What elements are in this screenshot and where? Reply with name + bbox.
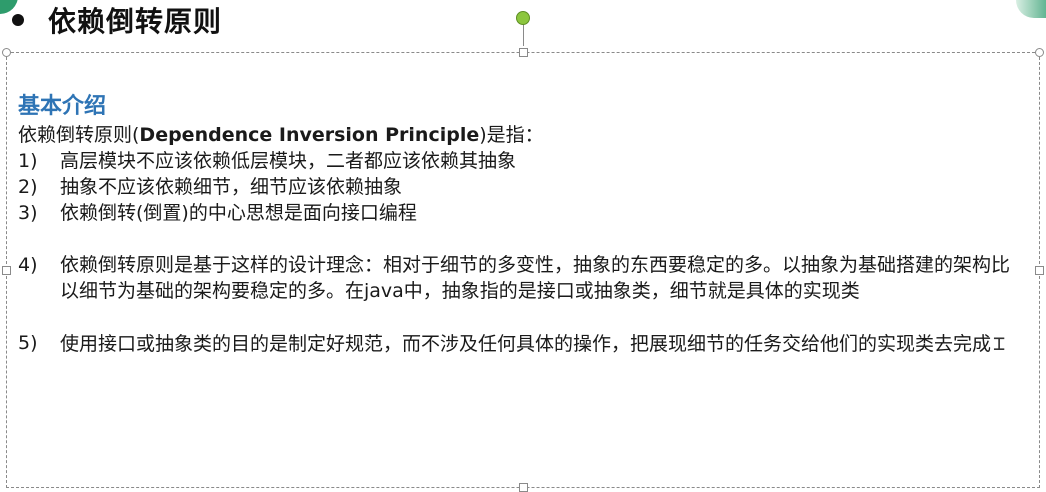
intro-suffix: )是指： bbox=[479, 124, 544, 146]
intro-line: 依赖倒转原则(Dependence Inversion Principle)是指… bbox=[18, 122, 1028, 148]
resize-handle-top-right[interactable] bbox=[1035, 48, 1044, 57]
list-item: 3) 依赖倒转(倒置)的中心思想是面向接口编程 bbox=[18, 200, 1028, 226]
list-item-number: 2) bbox=[18, 176, 38, 198]
slide-body: 基本介绍 依赖倒转原则(Dependence Inversion Princip… bbox=[18, 92, 1028, 357]
list-item: 1) 高层模块不应该依赖低层模块，二者都应该依赖其抽象 bbox=[18, 148, 1028, 174]
resize-handle-top[interactable] bbox=[519, 48, 528, 57]
resize-handle-left[interactable] bbox=[2, 266, 11, 275]
corner-decoration-right bbox=[1016, 0, 1046, 18]
list-item-text: 依赖倒转(倒置)的中心思想是面向接口编程 bbox=[60, 202, 417, 224]
intro-term: Dependence Inversion Principle bbox=[139, 124, 480, 146]
rotate-handle-stem bbox=[523, 22, 524, 46]
list-item-number: 4) bbox=[18, 254, 38, 276]
list-item-text: 使用接口或抽象类的目的是制定好规范，而不涉及任何具体的操作，把展现细节的任务交给… bbox=[60, 330, 1028, 357]
resize-handle-top-left[interactable] bbox=[2, 48, 11, 57]
slide-heading: 依赖倒转原则 bbox=[4, 0, 222, 40]
section-title: 基本介绍 bbox=[18, 94, 107, 119]
list-item-text: 依赖倒转原则是基于这样的设计理念：相对于细节的多变性，抽象的东西要稳定的多。以抽… bbox=[60, 254, 1011, 302]
list-item-number: 3) bbox=[18, 202, 38, 224]
list-item: 2) 抽象不应该依赖细节，细节应该依赖抽象 bbox=[18, 174, 1028, 200]
list-item: 4) 依赖倒转原则是基于这样的设计理念：相对于细节的多变性，抽象的东西要稳定的多… bbox=[18, 252, 1028, 304]
rotate-handle-icon[interactable] bbox=[516, 11, 530, 25]
list-item-text: 高层模块不应该依赖低层模块，二者都应该依赖其抽象 bbox=[60, 150, 517, 172]
resize-handle-bottom[interactable] bbox=[519, 483, 528, 492]
list-item-number: 5) bbox=[18, 332, 38, 354]
bullet-dot-icon bbox=[12, 14, 24, 26]
page-title: 依赖倒转原则 bbox=[48, 5, 223, 38]
text-cursor-icon: ⌶ bbox=[993, 331, 1006, 355]
list-item-text: 抽象不应该依赖细节，细节应该依赖抽象 bbox=[60, 176, 403, 198]
resize-handle-right[interactable] bbox=[1035, 266, 1044, 275]
intro-prefix: 依赖倒转原则( bbox=[18, 124, 140, 146]
list-item-number: 1) bbox=[18, 150, 38, 172]
list-item: 5) 使用接口或抽象类的目的是制定好规范，而不涉及任何具体的操作，把展现细节的任… bbox=[18, 330, 1028, 357]
list-item-text-content: 使用接口或抽象类的目的是制定好规范，而不涉及任何具体的操作，把展现细节的任务交给… bbox=[60, 333, 992, 355]
